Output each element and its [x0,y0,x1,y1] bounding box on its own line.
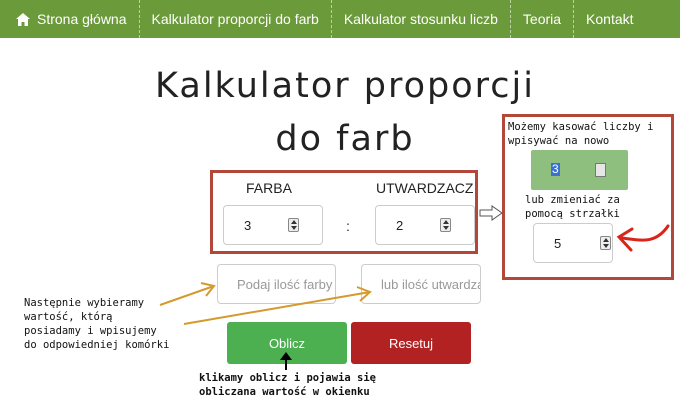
red-arrow-icon [616,224,670,252]
hollow-arrow-icon [479,205,503,221]
black-arrow-icon [280,352,292,370]
orange-arrow-icon-upper [159,282,216,306]
orange-arrow-icon-lower [183,286,372,325]
annotation-arrows [159,205,670,370]
